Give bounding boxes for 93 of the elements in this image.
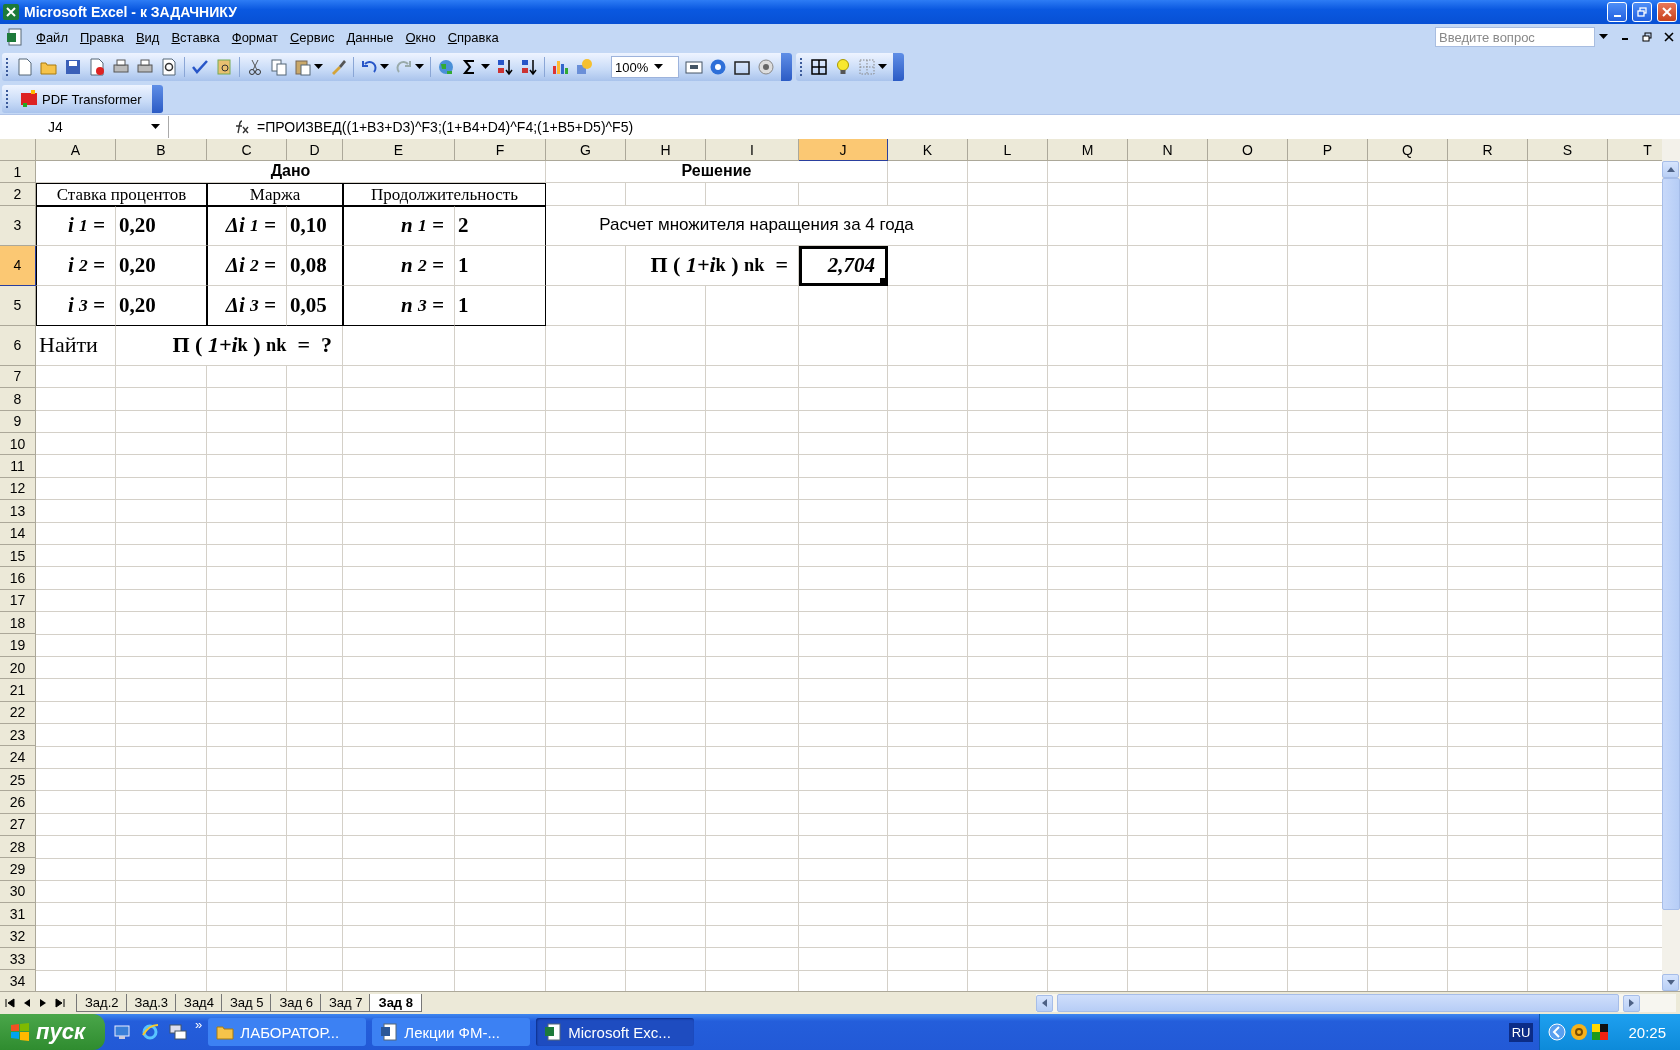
row-header[interactable]: 4 [0,245,36,286]
column-header[interactable]: L [968,139,1048,161]
row-header[interactable]: 28 [0,836,36,859]
cell-value: 2 [455,205,546,246]
menu-item[interactable]: Справка [447,29,499,45]
row-header[interactable]: 33 [0,947,36,971]
column-label: Ставка процентов [36,183,207,206]
sheet-tab[interactable]: Зад4 [175,994,223,1012]
sheet-tab[interactable]: Зад 7 [319,994,372,1012]
row-header[interactable]: 30 [0,880,36,904]
taskbar-button[interactable]: Лекции ФМ-... [372,1018,531,1046]
cell-value: 0,20 [116,205,207,246]
row-header[interactable]: 32 [0,925,36,948]
cell-value: 0,10 [287,205,343,246]
column-header[interactable]: E [343,139,455,161]
row-header[interactable]: 17 [0,589,36,613]
row-header[interactable]: 34 [0,970,36,991]
menu-item[interactable]: Формат [231,29,278,45]
help-search-field[interactable]: Введите вопрос [1435,27,1595,47]
zoom-field[interactable]: 100% [611,56,679,78]
column-header[interactable]: A [36,139,116,161]
row-header[interactable]: 9 [0,410,36,433]
row-header[interactable]: 14 [0,522,36,545]
row-header[interactable]: 27 [0,813,36,836]
column-header[interactable]: D [287,139,343,161]
row-header[interactable]: 23 [0,724,36,747]
row-header[interactable]: 8 [0,388,36,411]
column-header[interactable]: M [1048,139,1128,161]
row-header[interactable]: 31 [0,903,36,926]
column-header[interactable]: B [116,139,207,161]
sheet-tab[interactable]: Зад.2 [76,994,128,1012]
column-header[interactable]: P [1288,139,1368,161]
row-header[interactable]: 12 [0,477,36,501]
row-header[interactable]: 19 [0,634,36,657]
row-header[interactable]: 20 [0,656,36,680]
column-header[interactable]: R [1448,139,1528,161]
clock: 20:25 [1628,1023,1666,1041]
row-header[interactable]: 13 [0,500,36,523]
more-button[interactable]: » [195,1017,203,1032]
column-header[interactable]: Q [1368,139,1448,161]
sheet-tab[interactable]: Зад.3 [125,994,178,1012]
language-indicator[interactable]: RU [1508,1022,1534,1042]
row-header[interactable]: 11 [0,455,36,478]
taskbar-button[interactable]: Microsoft Exc... [536,1018,695,1046]
menu-item[interactable]: Вставка [171,29,220,45]
window-title: Microsoft Excel - к ЗАДАЧНИКУ [24,4,237,20]
column-header[interactable]: C [207,139,287,161]
row-header[interactable]: 10 [0,432,36,456]
row-header[interactable]: 2 [0,183,36,206]
cell-value: 0,05 [287,285,343,326]
row-header[interactable]: 18 [0,612,36,635]
row-header[interactable]: 22 [0,701,36,725]
column-header[interactable]: N [1128,139,1208,161]
row-header[interactable]: 3 [0,205,36,246]
column-label: Маржа [207,183,343,206]
row-header[interactable]: 25 [0,768,36,792]
pdf-transformer-button[interactable]: PDF Transformer [16,88,146,110]
sheet-tab[interactable]: Зад 8 [369,994,422,1012]
column-header[interactable]: F [455,139,546,161]
row-header[interactable]: 26 [0,791,36,814]
menu-item[interactable]: Окно [405,29,436,45]
taskbar-button[interactable]: ЛАБОРАТОР... [208,1018,367,1046]
row-header[interactable]: 7 [0,365,36,389]
column-header[interactable]: G [546,139,626,161]
column-header[interactable]: J [799,139,888,161]
column-header[interactable]: O [1208,139,1288,161]
menu-item[interactable]: Правка [79,29,124,45]
row-header[interactable]: 16 [0,567,36,590]
row-header[interactable]: 5 [0,285,36,326]
menu-item[interactable]: Данные [346,29,394,45]
start-button[interactable]: пуск [0,1014,106,1050]
row-header[interactable]: 21 [0,679,36,702]
column-header[interactable]: S [1528,139,1608,161]
column-header[interactable]: K [888,139,968,161]
cell-value: 0,20 [116,245,207,286]
sheet-tab[interactable]: Зад 5 [220,994,273,1012]
row-header[interactable]: 29 [0,858,36,881]
row-header[interactable]: 1 [0,161,36,184]
cell-value: 0,08 [287,245,343,286]
menu-item[interactable]: Сервис [289,29,335,45]
column-header[interactable]: H [626,139,706,161]
cell-value: 0,20 [116,285,207,326]
row-header[interactable]: 6 [0,325,36,366]
column-label: Продолжительность [343,183,546,206]
row-header[interactable]: 24 [0,746,36,769]
menu-item[interactable]: Файл [36,29,68,45]
column-header[interactable]: I [706,139,799,161]
menu-item[interactable]: Вид [135,29,160,45]
column-header[interactable]: T [1608,139,1662,161]
row-header[interactable]: 15 [0,544,36,568]
cell-value: 1 [455,285,546,326]
sheet-tab[interactable]: Зад 6 [270,994,322,1012]
formula-field[interactable]: =ПРОИЗВЕД((1+B3+D3)^F3;(1+B4+D4)^F4;(1+B5+D5)^F5) [257,119,634,135]
